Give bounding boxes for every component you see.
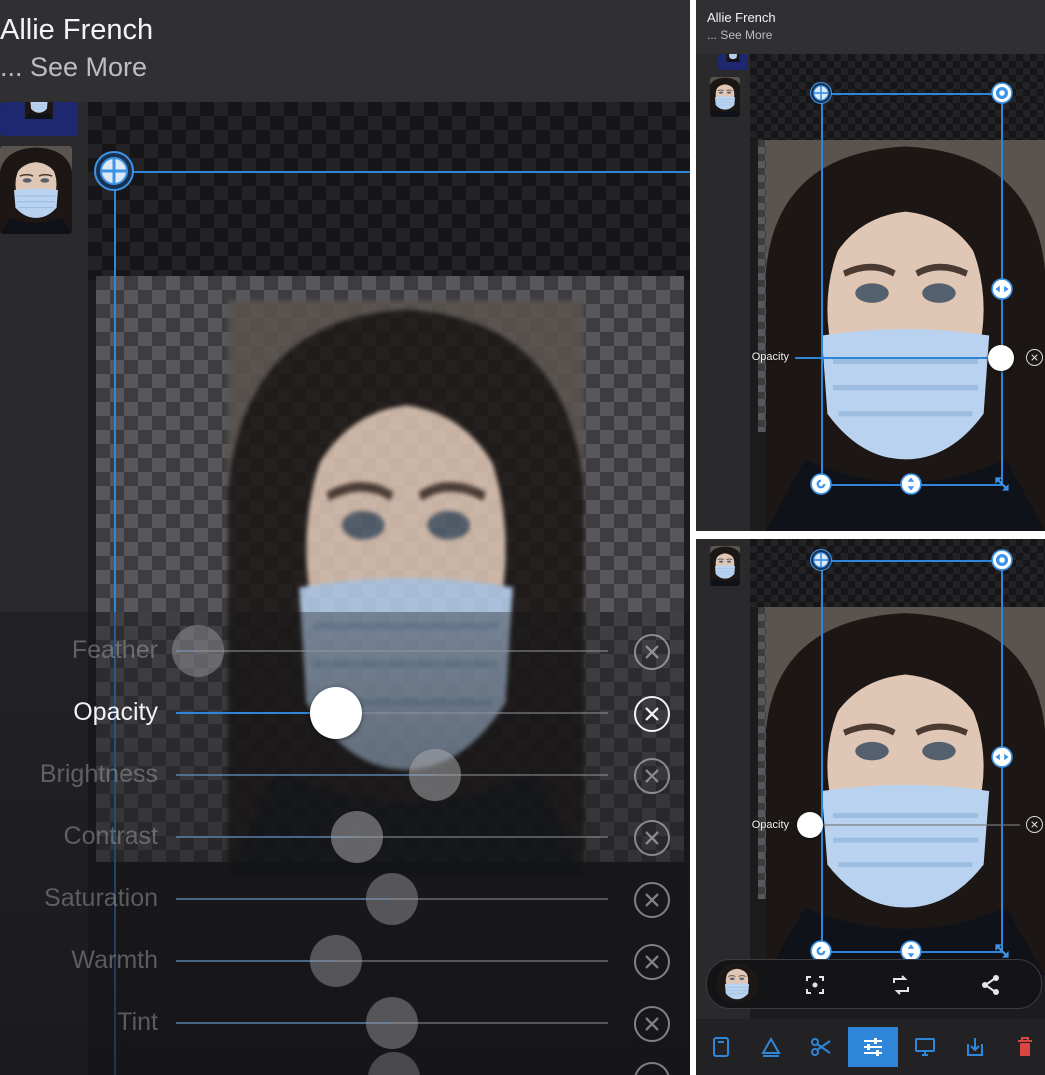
editor-pane-top-right: Allie French ... See More Opacity	[696, 0, 1045, 531]
saturation-reset-button[interactable]	[634, 882, 670, 918]
contrast-slider-track[interactable]	[176, 836, 608, 838]
horizontal-stretch-icon-bottom[interactable]	[991, 746, 1013, 768]
layer-thumb-small-2[interactable]	[710, 77, 740, 117]
frame-top-bottom	[821, 560, 1002, 562]
swirl-handle-icon[interactable]	[810, 473, 832, 495]
display-icon[interactable]	[900, 1027, 950, 1067]
editor-pane-bottom-right: Opacity	[696, 539, 1045, 1075]
see-more-link[interactable]: ... See More	[0, 52, 147, 83]
editor-pane-large: Allie French ... See More Feather Opacit…	[0, 0, 690, 1075]
layer-thumb-small-1[interactable]	[718, 54, 748, 70]
opacity-reset-button-bottom[interactable]	[1026, 816, 1043, 833]
frame-top	[821, 93, 1002, 95]
opacity-slider-track-bottom[interactable]	[810, 824, 1020, 826]
opacity-slider-track[interactable]	[176, 712, 608, 714]
frame-left	[821, 93, 823, 485]
contrast-reset-button[interactable]	[634, 820, 670, 856]
flip-icon[interactable]	[889, 973, 913, 997]
warmth-label: Warmth	[71, 946, 158, 974]
page-title: Allie French	[0, 14, 154, 46]
share-icon[interactable]	[979, 973, 1003, 997]
current-layer-avatar[interactable]	[717, 964, 757, 1004]
export-icon[interactable]	[950, 1027, 1000, 1067]
tint-reset-button[interactable]	[634, 1006, 670, 1042]
opacity-reset-button[interactable]	[634, 696, 670, 732]
resize-diagonal-icon[interactable]	[991, 473, 1013, 495]
saturation-slider-fill	[176, 898, 392, 900]
feather-slider-knob[interactable]	[171, 625, 224, 677]
move-handle-icon[interactable]	[94, 151, 134, 191]
feather-reset-button[interactable]	[634, 634, 670, 670]
top-guide-line	[114, 171, 690, 173]
layer-thumb-2[interactable]	[0, 146, 72, 234]
brightness-slider-fill	[176, 774, 436, 776]
move-handle-icon-small[interactable]	[810, 82, 832, 104]
brightness-slider-knob[interactable]	[409, 749, 462, 801]
focus-icon[interactable]	[803, 973, 827, 997]
header-bar: Allie French ... See More	[0, 0, 690, 102]
feather-label: Feather	[71, 636, 158, 664]
tint-slider-knob[interactable]	[366, 997, 418, 1049]
opacity-label-small: Opacity	[751, 351, 789, 363]
header-bar-small: Allie French ... See More	[696, 0, 1045, 54]
face-photo-bottom	[766, 607, 1045, 975]
rotate-handle-icon[interactable]	[991, 82, 1013, 104]
layer-sidebar-small	[696, 54, 750, 531]
see-more-link-small[interactable]: ... See More	[707, 28, 772, 42]
bottom-toolbar	[696, 1019, 1045, 1075]
adjust-icon[interactable]	[848, 1027, 898, 1067]
vertical-stretch-icon[interactable]	[900, 473, 922, 495]
cut-icon[interactable]	[796, 1027, 846, 1067]
layer-thumb-bottom[interactable]	[710, 546, 740, 586]
erase-icon[interactable]	[746, 1027, 796, 1067]
opacity-slider-knob[interactable]	[309, 687, 362, 739]
tint-label: Tint	[117, 1008, 158, 1036]
brightness-slider-track[interactable]	[176, 774, 608, 776]
layers-icon[interactable]	[696, 1027, 746, 1067]
layer-thumb-1[interactable]	[0, 102, 78, 136]
opacity-slider-knob-small[interactable]	[987, 345, 1014, 371]
rotate-handle-icon-bottom[interactable]	[991, 549, 1013, 571]
saturation-slider-knob[interactable]	[366, 873, 418, 925]
warmth-slider-track[interactable]	[176, 960, 608, 962]
opacity-reset-button-small[interactable]	[1026, 349, 1043, 366]
opacity-slider-fill-small	[795, 357, 1001, 359]
contrast-label: Contrast	[63, 822, 158, 850]
warmth-reset-button[interactable]	[634, 944, 670, 980]
canvas-empty-area	[88, 102, 690, 280]
saturation-label: Saturation	[44, 884, 158, 912]
contrast-slider-fill	[176, 836, 358, 838]
opacity-slider-track-small[interactable]	[795, 357, 1005, 359]
horizontal-stretch-icon[interactable]	[991, 278, 1013, 300]
feather-slider-track[interactable]	[176, 650, 608, 652]
frame-left-bottom	[821, 560, 823, 952]
brightness-reset-button[interactable]	[634, 758, 670, 794]
warmth-slider-knob[interactable]	[309, 935, 362, 987]
move-handle-icon-bottom[interactable]	[810, 549, 832, 571]
opacity-label: Opacity	[73, 698, 158, 726]
opacity-slider-knob-bottom[interactable]	[797, 812, 823, 838]
tint-slider-fill	[176, 1022, 392, 1024]
layer-actions-pill	[706, 959, 1042, 1009]
brightness-label: Brightness	[39, 760, 158, 788]
page-title-small: Allie French	[707, 10, 776, 25]
delete-icon[interactable]	[1000, 1027, 1045, 1067]
opacity-label-bottom: Opacity	[751, 819, 789, 831]
